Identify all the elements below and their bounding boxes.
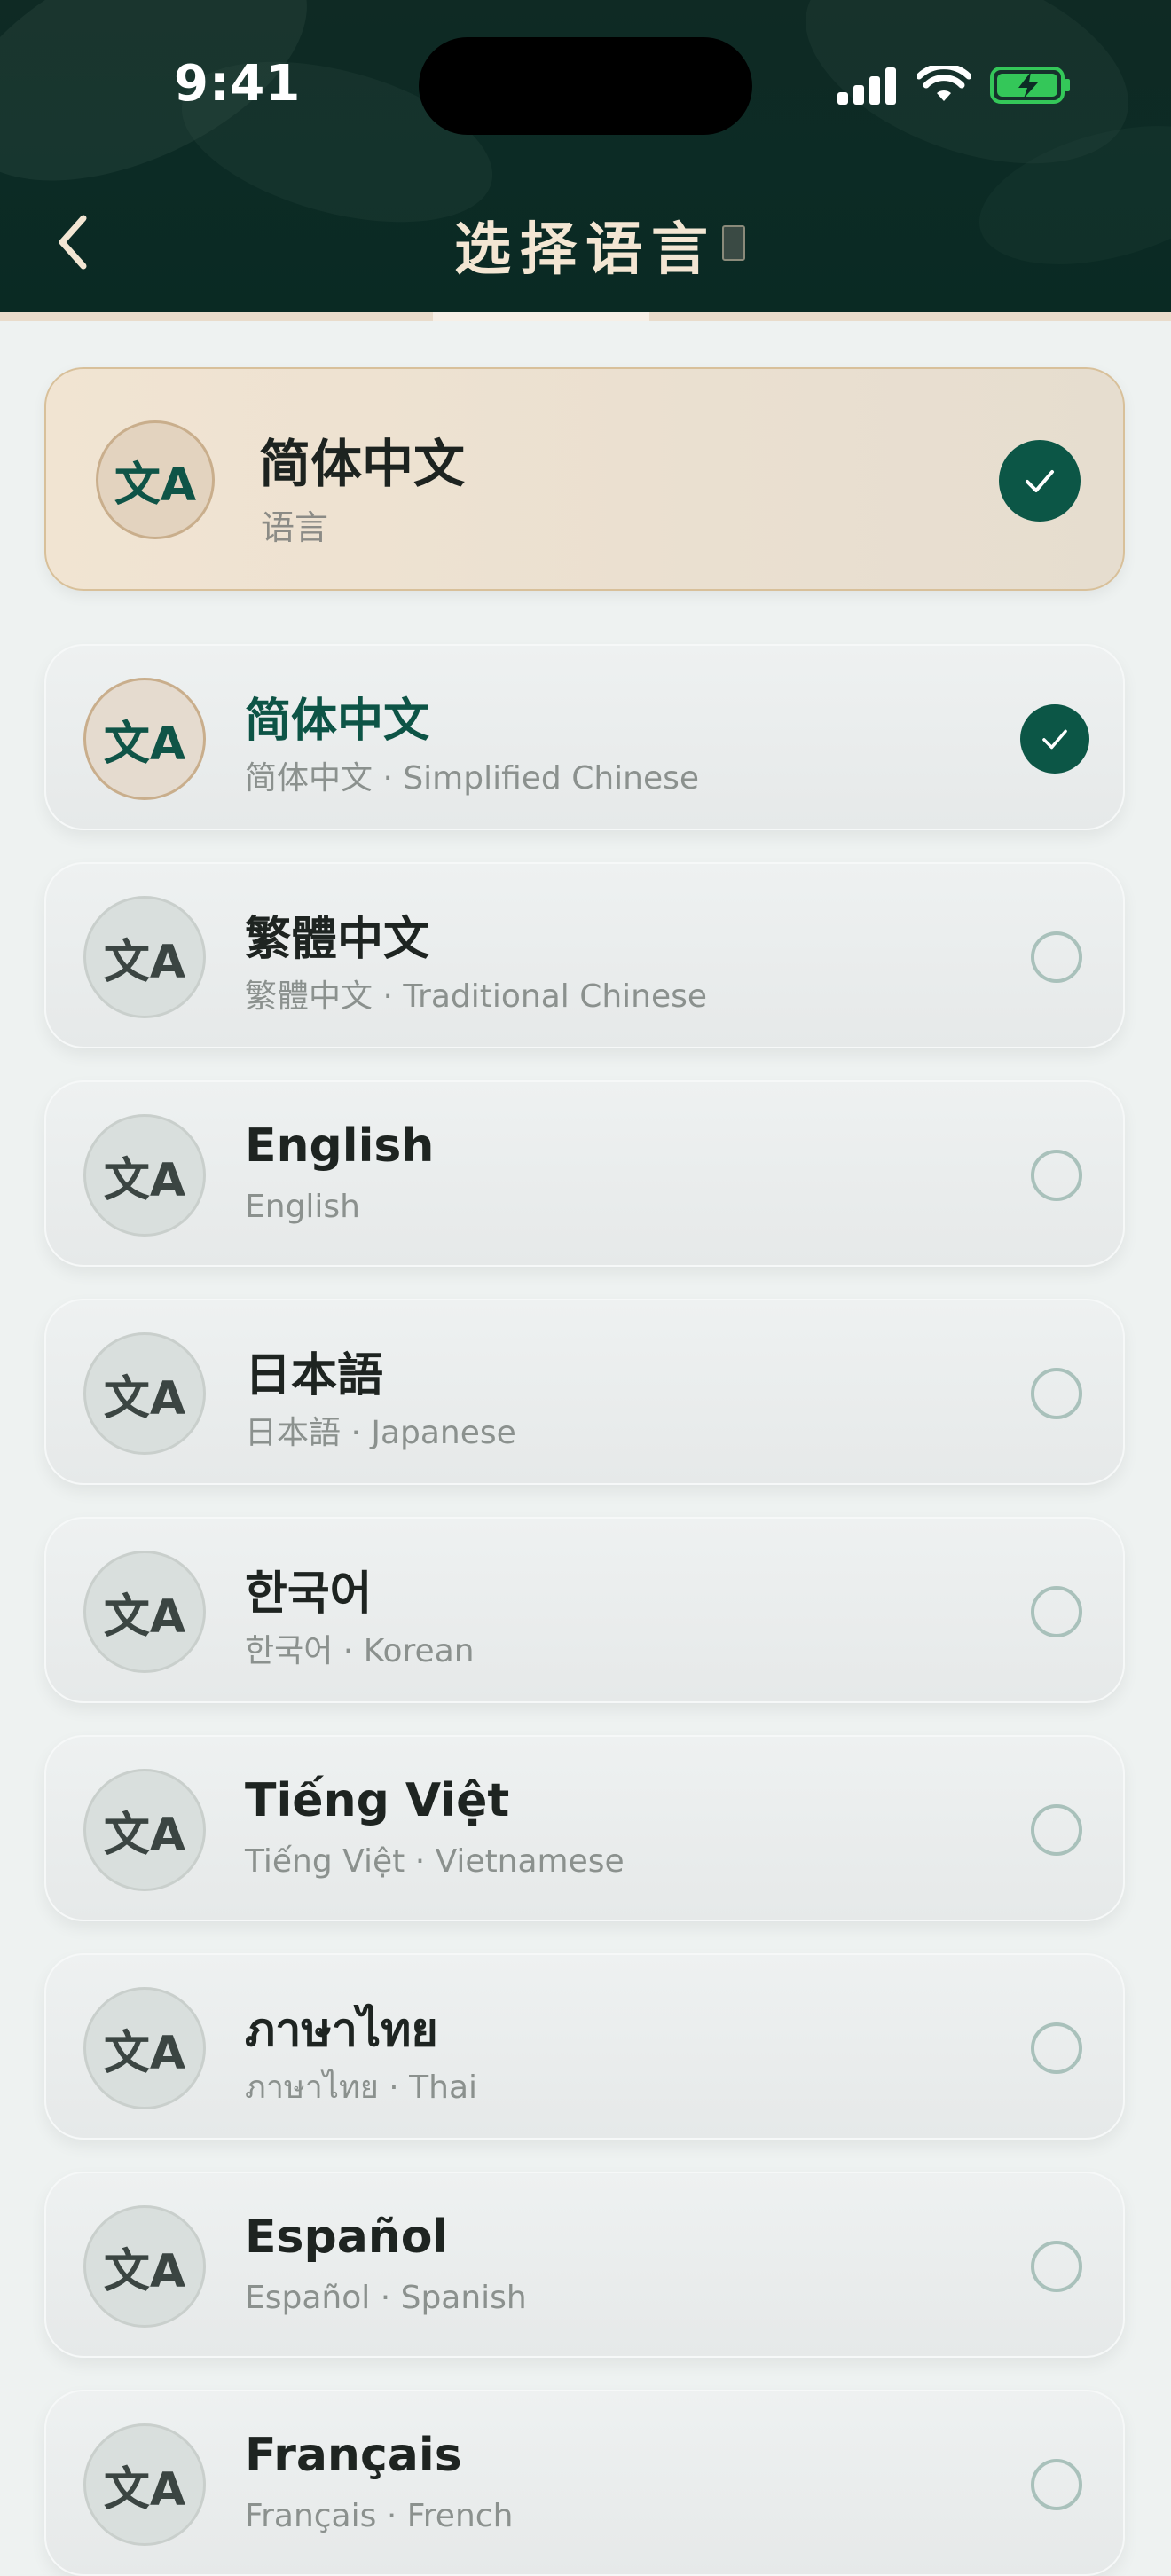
- status-icons: [837, 60, 1072, 110]
- signal-icon: [837, 67, 896, 105]
- language-option[interactable]: 文A Español Español · Spanish: [44, 2172, 1125, 2358]
- radio-unselected-icon[interactable]: [1031, 1586, 1082, 1637]
- battery-charging-icon: [990, 67, 1070, 104]
- language-option[interactable]: 文A 简体中文简体中文 · Simplified Chinese: [44, 644, 1125, 830]
- status-time: 9:41: [174, 55, 302, 113]
- language-icon: 文A: [83, 896, 206, 1018]
- language-name: 简体中文: [245, 695, 430, 748]
- language-option[interactable]: 文A 한국어한국어 · Korean: [44, 1517, 1125, 1703]
- language-icon: 文A: [83, 1332, 206, 1455]
- language-subtitle: Español · Spanish: [245, 2280, 527, 2316]
- current-language-subtitle: 语言: [261, 508, 329, 547]
- language-icon: 文A: [83, 2205, 206, 2328]
- language-name: 繁體中文: [245, 913, 430, 966]
- nav-header: 9:41 选择语言: [0, 0, 1171, 312]
- radio-unselected-icon[interactable]: [1031, 1804, 1082, 1856]
- language-subtitle: Français · French: [245, 2498, 514, 2534]
- language-icon: 文A: [83, 678, 206, 800]
- language-option[interactable]: 文A English English: [44, 1080, 1125, 1267]
- language-name: 日本語: [245, 1349, 384, 1402]
- language-subtitle: English: [245, 1189, 360, 1225]
- language-subtitle: 한국어 · Korean: [245, 1633, 475, 1669]
- language-subtitle: 繁體中文 · Traditional Chinese: [245, 978, 708, 1015]
- language-option[interactable]: 文A 繁體中文繁體中文 · Traditional Chinese: [44, 862, 1125, 1048]
- language-name: Français: [245, 2429, 462, 2482]
- language-option[interactable]: 文A Français Français · French: [44, 2390, 1125, 2576]
- language-option[interactable]: 文A 日本語日本語 · Japanese: [44, 1299, 1125, 1485]
- checkmark-icon: [999, 440, 1081, 522]
- language-name: Español: [245, 2211, 449, 2264]
- radio-unselected-icon[interactable]: [1031, 2022, 1082, 2074]
- radio-unselected-icon[interactable]: [1031, 1150, 1082, 1201]
- language-icon: 文A: [83, 1114, 206, 1237]
- language-icon: 文A: [83, 1769, 206, 1891]
- language-option[interactable]: 文A Tiếng Việt Tiếng Việt · Vietnamese: [44, 1735, 1125, 1921]
- checkmark-icon: [1020, 704, 1089, 774]
- radio-unselected-icon[interactable]: [1031, 1368, 1082, 1419]
- language-subtitle: 日本語 · Japanese: [245, 1415, 516, 1451]
- language-icon: 文A: [96, 420, 215, 539]
- dynamic-island: [419, 37, 752, 135]
- radio-unselected-icon[interactable]: [1031, 931, 1082, 983]
- language-subtitle: Tiếng Việt · Vietnamese: [245, 1843, 625, 1880]
- header-accent: [433, 312, 649, 321]
- radio-unselected-icon[interactable]: [1031, 2241, 1082, 2292]
- language-icon: 文A: [83, 2423, 206, 2546]
- language-option[interactable]: 文A ภาษาไทยภาษาไทย · Thai: [44, 1953, 1125, 2140]
- language-subtitle: ภาษาไทย · Thai: [245, 2069, 478, 2106]
- seal-icon: [722, 225, 745, 261]
- page-title: 选择语言: [454, 217, 717, 283]
- radio-unselected-icon[interactable]: [1031, 2459, 1082, 2510]
- language-icon: 文A: [83, 1551, 206, 1673]
- language-name: 한국어: [245, 1567, 373, 1621]
- language-name: English: [245, 1119, 435, 1173]
- language-subtitle: 简体中文 · Simplified Chinese: [245, 760, 700, 797]
- current-language-card[interactable]: 文A 简体中文 语言: [44, 367, 1125, 591]
- wifi-icon: [917, 66, 971, 101]
- language-name: ภาษาไทย: [245, 2004, 438, 2057]
- language-icon: 文A: [83, 1987, 206, 2109]
- current-language-title: 简体中文: [259, 434, 466, 494]
- language-name: Tiếng Việt: [245, 1774, 510, 1827]
